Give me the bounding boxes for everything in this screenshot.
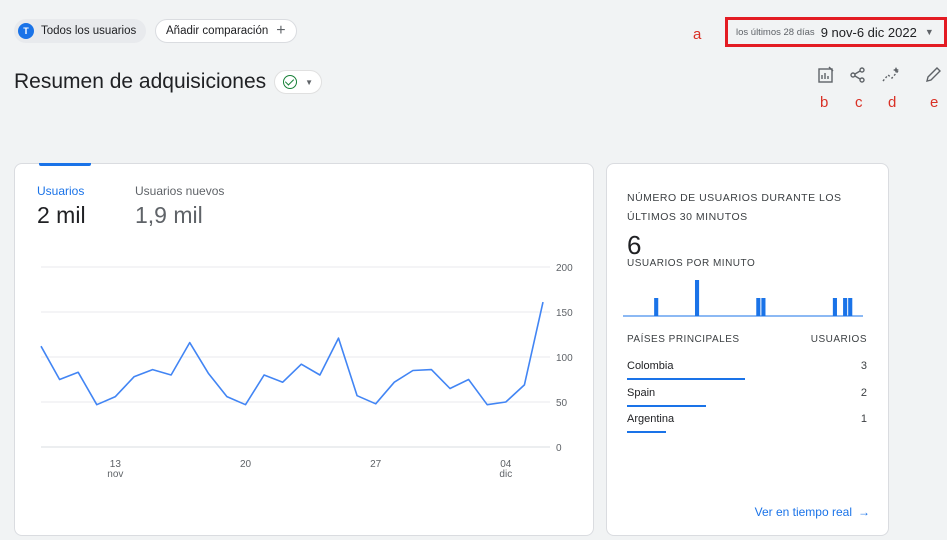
country-users: 2: [860, 387, 867, 399]
check-circle-icon: [283, 75, 298, 89]
users-column-header: USUARIOS: [810, 334, 867, 345]
x-tick-label: 20: [240, 459, 252, 470]
country-bar: [627, 378, 745, 380]
country-name: Colombia: [627, 360, 674, 372]
chevron-down-icon: ▼: [305, 77, 314, 87]
minute-bar: [694, 280, 700, 316]
country-bar: [627, 431, 667, 433]
realtime-value: 6: [627, 230, 642, 260]
annotation-c: c: [855, 94, 863, 111]
share-icon[interactable]: [847, 64, 869, 86]
realtime-subtitle: USUARIOS POR MINUTO: [627, 258, 756, 269]
add-comparison-label: Añadir comparación: [166, 25, 269, 37]
minute-bar: [761, 298, 766, 316]
realtime-title: NÚMERO DE USUARIOS DURANTE LOS ÚLTIMOS 3…: [627, 192, 842, 223]
segment-label: Todos los usuarios: [41, 25, 137, 37]
country-bar: [627, 405, 706, 407]
view-realtime-label: Ver en tiempo real: [754, 505, 852, 519]
page-title-row: Resumen de adquisiciones ▼: [14, 70, 323, 94]
y-tick-label: 150: [556, 308, 573, 319]
country-row[interactable]: Colombia 3: [627, 360, 867, 380]
x-tick-sublabel: nov: [107, 469, 123, 480]
customize-report-icon[interactable]: [815, 64, 837, 86]
y-tick-label: 200: [556, 263, 573, 274]
minute-bar: [756, 298, 761, 316]
date-preset: los últimos 28 días: [736, 26, 815, 38]
country-name: Argentina: [627, 413, 675, 425]
country-users: 1: [860, 413, 867, 425]
y-tick-label: 0: [556, 443, 562, 454]
y-tick-label: 100: [556, 353, 573, 364]
report-status-chip[interactable]: ▼: [274, 70, 323, 94]
plus-icon: +: [276, 22, 286, 39]
page-title: Resumen de adquisiciones: [14, 70, 267, 93]
x-tick-sublabel: dic: [499, 469, 512, 480]
y-tick-label: 50: [556, 398, 568, 409]
edit-icon[interactable]: [922, 64, 944, 86]
country-row[interactable]: Spain 2: [627, 387, 867, 407]
chevron-down-icon: ▼: [924, 27, 934, 37]
add-comparison-button[interactable]: Añadir comparación +: [155, 19, 297, 43]
annotation-a: a: [693, 26, 702, 43]
annotation-e: e: [930, 94, 939, 111]
country-name: Spain: [627, 387, 656, 399]
countries-header: PAÍSES PRINCIPALES USUARIOS: [627, 334, 867, 345]
country-users: 3: [860, 360, 867, 372]
countries-column-header: PAÍSES PRINCIPALES: [627, 334, 740, 345]
insights-icon[interactable]: [880, 64, 902, 86]
arrow-right-icon: →: [858, 505, 870, 519]
top-bar: T Todos los usuarios Añadir comparación …: [0, 0, 947, 58]
users-per-minute-chart: [623, 280, 863, 317]
annotation-d: d: [888, 94, 897, 111]
view-realtime-link[interactable]: Ver en tiempo real →: [755, 505, 870, 519]
segment-chip[interactable]: T Todos los usuarios: [14, 19, 147, 43]
users-line-chart: 05010015020013nov20 27 04dic: [40, 263, 573, 480]
acquisition-chart-card: Usuarios 2 mil Usuarios nuevos 1,9 mil 0…: [14, 163, 594, 536]
realtime-card: NÚMERO DE USUARIOS DURANTE LOS ÚLTIMOS 3…: [606, 163, 889, 536]
country-row[interactable]: Argentina 1: [627, 413, 867, 433]
date-range-picker[interactable]: los últimos 28 días 9 nov-6 dic 2022 ▼: [725, 17, 947, 47]
minute-bar: [843, 298, 848, 316]
users-series-line: [40, 301, 544, 406]
minute-bar: [832, 298, 837, 316]
date-range: 9 nov-6 dic 2022: [820, 24, 917, 40]
minute-bar: [654, 298, 659, 316]
annotation-b: b: [820, 94, 829, 111]
avatar: T: [18, 23, 34, 39]
minute-bar: [848, 298, 853, 316]
x-tick-label: 27: [370, 459, 382, 470]
